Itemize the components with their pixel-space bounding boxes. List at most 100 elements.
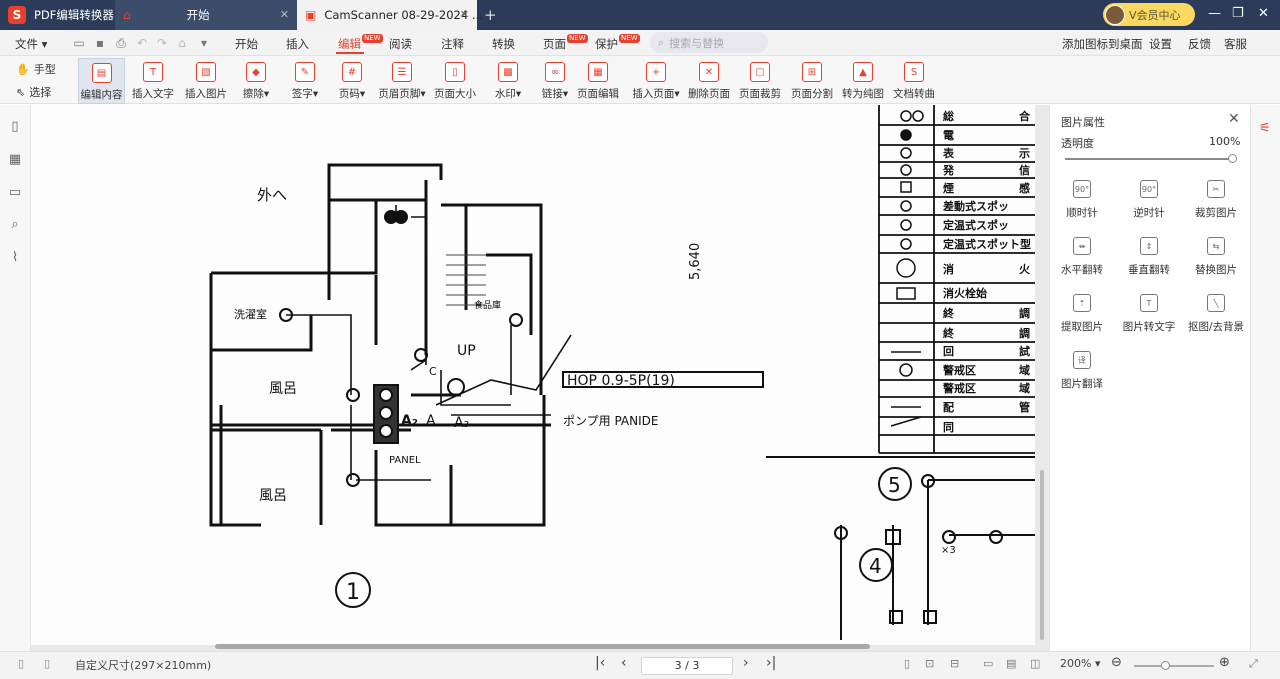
rotate-counterclockwise-button[interactable]: 90° 逆时针 [1117,180,1181,220]
watermark-button[interactable]: ▩ 水印▾ [490,58,526,104]
customize-dropdown-icon[interactable]: ▾ [197,36,211,50]
header-footer-button[interactable]: ☰ 页眉页脚▾ [376,58,428,104]
flip-horizontal-button[interactable]: ⇹ 水平翻转 [1050,237,1114,277]
legend-label: 消 [943,262,954,276]
extract-image-button[interactable]: ⇡ 提取图片 [1050,294,1114,334]
search-input[interactable]: ⌕ 搜索与替换 [650,32,768,53]
dual-page-icon[interactable]: ◫ [1030,657,1040,670]
remove-background-button[interactable]: ╲ 抠图/去背景 [1184,294,1248,334]
image-to-text-button[interactable]: T 图片转文字 [1117,294,1181,334]
settings-link[interactable]: 设置 [1149,36,1172,52]
floor-plan-drawing[interactable]: 外へ 風呂 風呂 洗濯室 UP A₂ A A₃ C 食品庫 HOP 0.9-5P… [31,105,1035,645]
menu-insert[interactable]: 插入 [286,36,309,52]
pdf-page[interactable]: 外へ 風呂 風呂 洗濯室 UP A₂ A A₃ C 食品庫 HOP 0.9-5P… [31,105,1035,645]
vertical-scrollbar[interactable] [1040,470,1044,640]
single-page-icon[interactable]: ▯ [904,657,910,670]
menu-page[interactable]: 页面 [543,36,566,52]
avatar[interactable] [1105,4,1125,25]
properties-toggle-icon[interactable]: ⚟ [1259,121,1271,136]
open-folder-icon[interactable]: ▭ [72,36,86,50]
insert-text-button[interactable]: T 插入文字 [130,58,176,104]
continuous-view-icon[interactable]: ▭ [983,657,993,670]
tab-home[interactable]: ⌂ 开始 ✕ [115,0,297,30]
attachment-icon[interactable]: ⌇ [7,250,23,266]
vip-label: V会员中心 [1129,8,1181,22]
label-a2: A₂ [401,413,418,429]
undo-icon[interactable]: ↶ [135,36,149,50]
fit-height-icon[interactable]: ⊟ [950,657,959,670]
first-page-icon[interactable]: |‹ [595,655,605,671]
close-tab-icon[interactable]: ✕ [280,8,289,21]
restore-icon[interactable]: ❐ [1232,6,1244,21]
crop-page-button[interactable]: ▢ 页面裁剪 [737,58,783,104]
to-image-button[interactable]: ▲ 转为纯图 [840,58,886,104]
search-icon[interactable]: ⌕ [7,217,23,233]
print-icon[interactable]: ⎙ [114,36,128,50]
feedback-link[interactable]: 反馈 [1188,36,1211,52]
close-window-icon[interactable]: ✕ [1258,6,1269,21]
link-button[interactable]: ∞ 链接▾ [537,58,573,104]
insert-image-button[interactable]: ▧ 插入图片 [183,58,229,104]
fullscreen-icon[interactable]: ⤢ [1249,657,1258,671]
zoom-in-icon[interactable]: ⊕ [1219,655,1230,670]
menu-file[interactable]: 文件 ▾ [15,36,47,52]
select-tool[interactable]: ⇖ 选择 [16,84,51,100]
reading-mode-icon[interactable]: ▤ [1006,657,1016,670]
fit-width-icon[interactable]: ⊡ [925,657,934,670]
page-edit-button[interactable]: ▦ 页面编辑 [575,58,621,104]
home-toolbar-icon[interactable]: ⌂ [175,36,189,50]
zoom-slider-track[interactable] [1134,661,1214,670]
erase-button[interactable]: ◆ 擦除▾ [238,58,274,104]
menu-annotate[interactable]: 注释 [441,36,464,52]
zoom-slider-handle[interactable] [1161,661,1170,670]
bookmark-icon[interactable]: ▯ [7,119,23,135]
page-view-icon[interactable]: ▯ [18,657,24,670]
image-translate-button[interactable]: 译图片翻译 [1050,351,1114,391]
close-panel-icon[interactable]: ✕ [1228,111,1240,127]
rotate-clockwise-button[interactable]: 90° 顺时针 [1050,180,1114,220]
menu-read[interactable]: 阅读 [389,36,412,52]
document-curve-button[interactable]: S 文档转曲 [891,58,937,104]
next-page-icon[interactable]: › [743,655,749,671]
menu-convert[interactable]: 转换 [492,36,515,52]
header-footer-icon: ☰ [392,62,412,82]
menu-edit[interactable]: 编辑 [338,36,361,52]
menu-start[interactable]: 开始 [235,36,258,52]
hand-tool[interactable]: ✋ 手型 [16,61,56,77]
redo-icon[interactable]: ↷ [155,36,169,50]
add-desktop-icon-link[interactable]: 添加图标到桌面 [1062,36,1143,52]
crop-icon: ▢ [750,62,770,82]
minimize-icon[interactable]: — [1208,6,1221,21]
new-tab-icon[interactable]: + [484,6,497,24]
app-tab[interactable]: S PDF编辑转换器 [0,0,115,30]
last-page-icon[interactable]: ›| [766,655,776,671]
fit-page-icon[interactable]: ▯ [44,657,50,670]
menu-protect[interactable]: 保护 [595,36,618,52]
opacity-slider-track[interactable] [1065,154,1237,163]
flip-vertical-button[interactable]: ⇕ 垂直翻转 [1117,237,1181,277]
delete-page-button[interactable]: ✕ 删除页面 [686,58,732,104]
zoom-level-dropdown[interactable]: 200% ▾ [1060,657,1100,670]
document-viewer[interactable]: 外へ 風呂 風呂 洗濯室 UP A₂ A A₃ C 食品庫 HOP 0.9-5P… [31,105,1049,651]
prev-page-icon[interactable]: ‹ [621,655,627,671]
support-link[interactable]: 客服 [1224,36,1247,52]
comment-icon[interactable]: ▭ [7,185,23,201]
vip-center-button[interactable]: V会员中心 [1103,3,1195,26]
save-icon[interactable]: ▪ [93,36,107,50]
close-tab-icon[interactable]: ✕ [460,8,469,21]
replace-image-button[interactable]: ⇆ 替换图片 [1184,237,1248,277]
page-number-button[interactable]: # 页码▾ [334,58,370,104]
legend-label-right: 調 [1019,326,1030,340]
opacity-slider-handle[interactable] [1228,154,1237,163]
zoom-out-icon[interactable]: ⊖ [1111,655,1122,670]
page-size-button[interactable]: ▯ 页面大小 [432,58,478,104]
tab-document[interactable]: ▣ CamScanner 08-29-2024 ... ✕ [297,0,483,30]
crop-image-button[interactable]: ✂ 裁剪图片 [1184,180,1248,220]
sign-button[interactable]: ✎ 签字▾ [287,58,323,104]
horizontal-scrollbar[interactable] [215,644,870,649]
split-page-button[interactable]: ⊞ 页面分割 [789,58,835,104]
thumbnails-icon[interactable]: ▦ [7,152,23,168]
insert-page-button[interactable]: + 插入页面▾ [630,58,682,104]
edit-content-button[interactable]: ▤ 编辑内容 [78,58,125,104]
page-number-input[interactable]: 3 / 3 [641,657,733,675]
